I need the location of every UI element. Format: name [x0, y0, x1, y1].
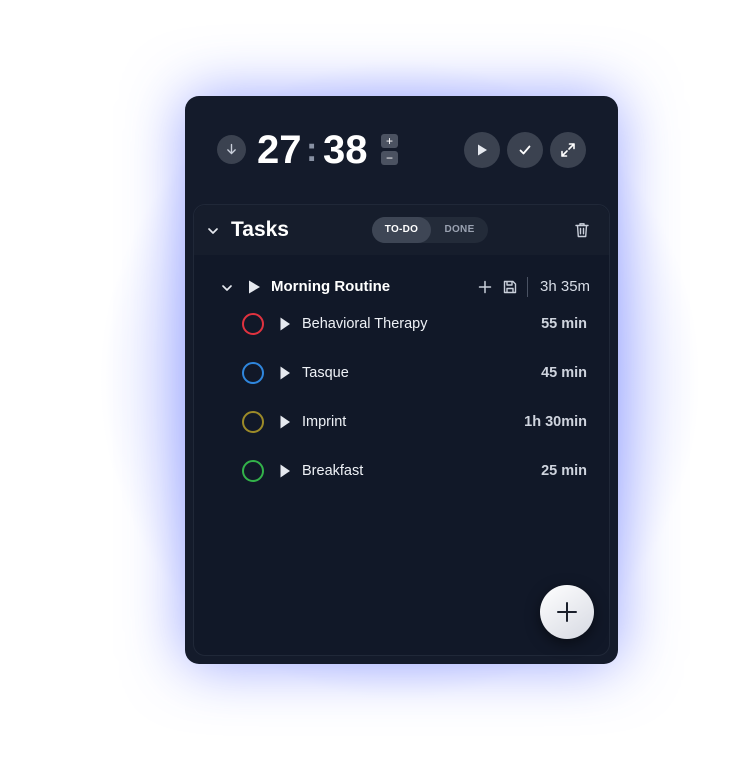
- task-checkbox[interactable]: [242, 411, 264, 433]
- task-name: Behavioral Therapy: [302, 316, 428, 332]
- tasks-panel: Tasks TO-DO DONE Morning Routine 3h 35m …: [193, 204, 610, 656]
- divider: [527, 277, 528, 297]
- task-duration: 1h 30min: [524, 414, 587, 430]
- expand-button[interactable]: [550, 132, 586, 168]
- plus-icon[interactable]: [477, 279, 493, 295]
- tasks-header: Tasks TO-DO DONE: [194, 205, 609, 255]
- task-name: Tasque: [302, 365, 349, 381]
- arrow-down-icon: [227, 143, 236, 155]
- expand-icon: [561, 143, 575, 157]
- timer-seconds: 38: [323, 128, 368, 172]
- chevron-down-icon[interactable]: [220, 281, 234, 295]
- timer-separator: :: [306, 131, 318, 169]
- complete-task-button[interactable]: [507, 132, 543, 168]
- task-row[interactable]: Behavioral Therapy 55 min: [194, 309, 609, 339]
- task-row[interactable]: Breakfast 25 min: [194, 456, 609, 486]
- add-task-button[interactable]: [540, 585, 594, 639]
- start-timer-button[interactable]: [464, 132, 500, 168]
- task-row[interactable]: Imprint 1h 30min: [194, 407, 609, 437]
- task-duration: 55 min: [541, 316, 587, 332]
- task-filter-toggle: TO-DO DONE: [372, 217, 488, 243]
- task-duration: 45 min: [541, 365, 587, 381]
- trash-icon[interactable]: [573, 221, 591, 239]
- tab-todo[interactable]: TO-DO: [372, 217, 431, 243]
- play-icon[interactable]: [279, 316, 291, 332]
- timer-minutes: 27: [257, 128, 302, 172]
- save-icon[interactable]: [502, 279, 518, 295]
- play-icon[interactable]: [279, 365, 291, 381]
- task-name: Breakfast: [302, 463, 364, 479]
- timer-direction-button[interactable]: [217, 135, 246, 164]
- task-row[interactable]: Tasque 45 min: [194, 358, 609, 388]
- tasks-title: Tasks: [231, 218, 289, 241]
- chevron-down-icon[interactable]: [206, 224, 220, 238]
- task-checkbox[interactable]: [242, 460, 264, 482]
- play-icon[interactable]: [279, 463, 291, 479]
- task-name: Imprint: [302, 414, 347, 430]
- timer-stepper: + −: [381, 134, 398, 168]
- timer-decrement-button[interactable]: −: [381, 151, 398, 165]
- tab-done[interactable]: DONE: [431, 217, 488, 243]
- timer-bar: 27 : 38 + −: [185, 96, 618, 202]
- task-checkbox[interactable]: [242, 313, 264, 335]
- task-group-header: Morning Routine 3h 35m: [194, 273, 609, 301]
- timer-increment-button[interactable]: +: [381, 134, 398, 148]
- task-checkbox[interactable]: [242, 362, 264, 384]
- play-icon[interactable]: [279, 414, 291, 430]
- play-icon: [478, 144, 487, 156]
- task-duration: 25 min: [541, 463, 587, 479]
- group-total-duration: 3h 35m: [540, 278, 591, 295]
- check-icon: [519, 145, 531, 155]
- timer-widget: 27 : 38 + − Tasks TO-DO DONE Morning Rou…: [185, 96, 618, 664]
- group-title: Morning Routine: [271, 278, 391, 295]
- play-icon[interactable]: [247, 279, 261, 295]
- plus-icon: [557, 602, 577, 622]
